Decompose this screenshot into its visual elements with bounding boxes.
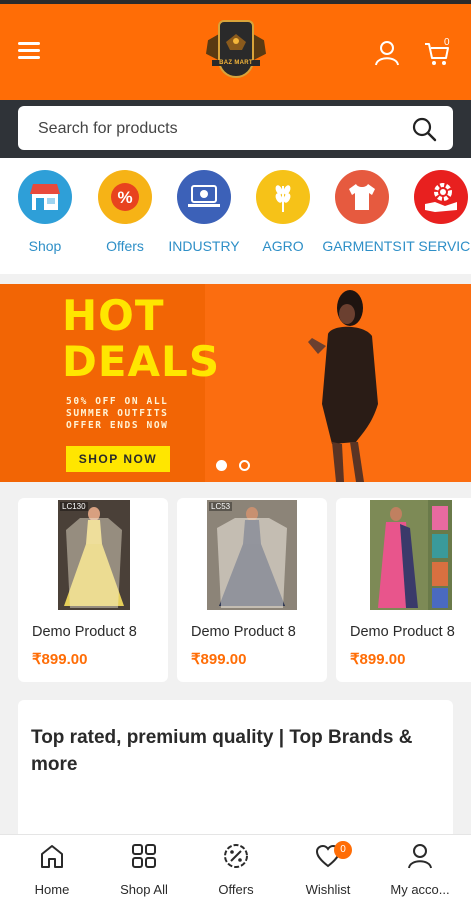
- promo-title: Top rated, premium quality | Top Brands …: [31, 727, 413, 775]
- product-name: Demo Product 8: [350, 624, 455, 640]
- product-card[interactable]: LC53 Demo Product 8 ₹899.00: [177, 498, 327, 682]
- product-image: LC53: [207, 500, 297, 610]
- wishlist-count-badge: 0: [334, 841, 352, 859]
- shop-now-button[interactable]: SHOP NOW: [66, 446, 170, 472]
- product-card[interactable]: Demo Product 8 ₹899.00: [336, 498, 471, 682]
- shop-icon: [18, 170, 72, 224]
- banner-headline-2: DEALS: [62, 337, 221, 386]
- category-offers[interactable]: % Offers: [85, 170, 165, 254]
- category-strip: Shop % Offers INDUSTRY AGRO GARMENTS IT …: [0, 158, 471, 274]
- percent-badge-icon: [224, 844, 248, 868]
- nav-label: Home: [34, 882, 70, 897]
- category-label: IT SERVICE: [402, 238, 471, 254]
- product-carousel: LC130 Demo Product 8 ₹899.00 LC53 Demo P…: [0, 492, 471, 692]
- category-shop[interactable]: Shop: [5, 170, 85, 254]
- category-label: Offers: [106, 238, 144, 254]
- hero-banner[interactable]: HOT DEALS 50% OFF ON ALL SUMMER OUTFITS …: [0, 284, 471, 482]
- brand-logo[interactable]: BAZ MART: [206, 20, 266, 84]
- logo-text: BAZ MART: [212, 60, 260, 66]
- banner-model-image: [308, 290, 378, 482]
- category-label: Shop: [28, 238, 62, 254]
- nav-my-account[interactable]: My acco...: [378, 843, 462, 897]
- category-label: GARMENTS: [322, 238, 402, 254]
- category-it-service[interactable]: IT SERVICE: [401, 170, 471, 254]
- cart-count-badge: 0: [444, 37, 450, 48]
- app-header: BAZ MART 0: [0, 4, 471, 100]
- grid-icon: [132, 844, 156, 868]
- category-label: INDUSTRY: [168, 238, 240, 254]
- carousel-dot-2[interactable]: [239, 460, 250, 471]
- wheat-icon: [256, 170, 310, 224]
- nav-label: Shop All: [120, 882, 168, 897]
- banner-headline-1: HOT: [62, 291, 165, 340]
- category-industry[interactable]: INDUSTRY: [164, 170, 244, 254]
- laptop-icon: [177, 170, 231, 224]
- menu-icon[interactable]: [18, 42, 40, 60]
- nav-label: My acco...: [390, 882, 450, 897]
- product-code: LC130: [60, 502, 88, 511]
- banner-subtext: 50% OFF ON ALL SUMMER OUTFITS OFFER ENDS…: [66, 396, 169, 431]
- nav-offers[interactable]: Offers: [194, 843, 278, 897]
- category-garments[interactable]: GARMENTS: [322, 170, 402, 254]
- product-image: LC130: [58, 500, 130, 610]
- search-input[interactable]: Search for products: [18, 106, 453, 150]
- product-price: ₹899.00: [350, 651, 406, 668]
- product-card[interactable]: LC130 Demo Product 8 ₹899.00: [18, 498, 168, 682]
- carousel-dots: [216, 458, 262, 476]
- product-price: ₹899.00: [191, 651, 247, 668]
- promo-card: Top rated, premium quality | Top Brands …: [18, 700, 453, 840]
- gear-hand-icon: [414, 170, 468, 224]
- product-name: Demo Product 8: [191, 624, 296, 640]
- bottom-navigation: Home Shop All Offers Wishlist 0 My acco.…: [0, 834, 471, 900]
- search-icon[interactable]: [411, 116, 437, 142]
- account-icon: [408, 844, 432, 869]
- category-label: AGRO: [262, 238, 304, 254]
- tshirt-icon: [335, 170, 389, 224]
- search-bar-band: Search for products: [0, 100, 471, 158]
- product-price: ₹899.00: [32, 651, 88, 668]
- home-icon: [41, 845, 63, 868]
- carousel-dot-1[interactable]: [216, 460, 227, 471]
- nav-label: Offers: [218, 882, 254, 897]
- product-code: LC53: [209, 502, 233, 511]
- nav-wishlist[interactable]: Wishlist: [286, 843, 370, 897]
- product-name: Demo Product 8: [32, 624, 137, 640]
- category-agro[interactable]: AGRO: [243, 170, 323, 254]
- nav-label: Wishlist: [305, 882, 351, 897]
- product-image: [370, 500, 452, 610]
- nav-shop-all[interactable]: Shop All: [102, 843, 186, 897]
- nav-home[interactable]: Home: [10, 843, 94, 897]
- percent-icon: %: [98, 170, 152, 224]
- svg-text:%: %: [117, 188, 132, 207]
- user-icon[interactable]: [374, 40, 400, 66]
- search-placeholder: Search for products: [38, 120, 178, 137]
